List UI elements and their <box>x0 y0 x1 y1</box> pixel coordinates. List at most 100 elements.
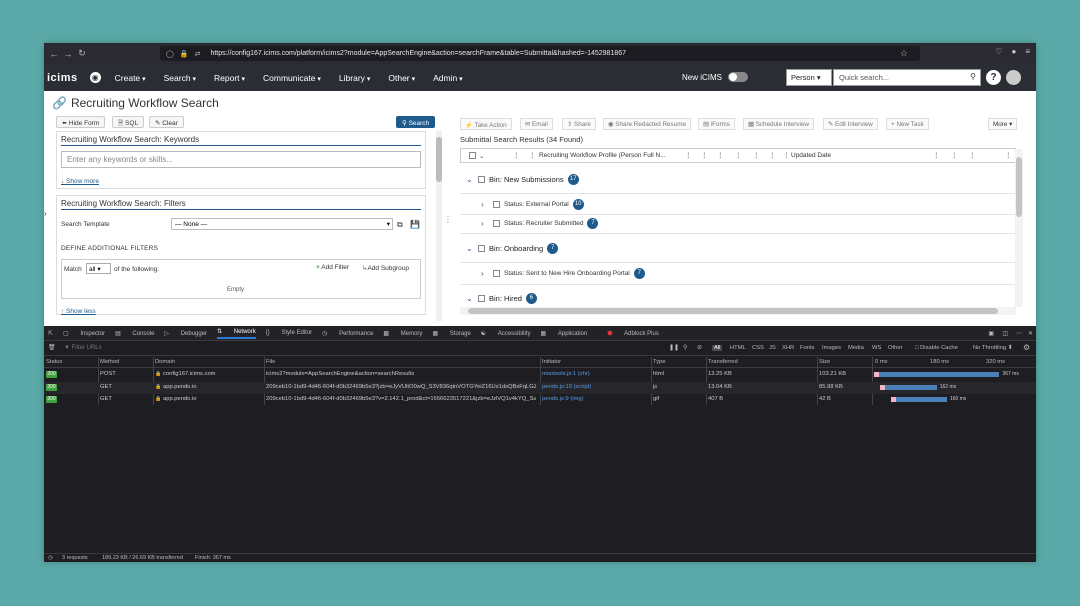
cell-initiator[interactable]: pendo.js:9 (img) <box>542 396 647 402</box>
tab-application[interactable]: ▦ Application <box>541 330 588 337</box>
search-icon[interactable]: ⚲ <box>970 72 976 81</box>
request-row[interactable]: 200 GET 🔒 app.pendo.io 209ceb10-1bd9-4d46-6… <box>44 381 1036 394</box>
search-button[interactable]: ⚲ Search <box>396 116 436 128</box>
column-menu-icon[interactable]: ⋮ <box>701 151 708 159</box>
left-scroll-thumb[interactable] <box>436 137 442 182</box>
type-filter-xhr[interactable]: XHR <box>782 345 794 351</box>
avatar[interactable] <box>1006 70 1021 85</box>
chevron-down-icon[interactable]: ⌄ <box>466 294 474 303</box>
column-menu-icon[interactable]: ⋮ <box>717 151 724 159</box>
bin-row[interactable]: ⌄ Bin: New Submissions 17 <box>466 174 579 185</box>
menu-library[interactable]: Library <box>339 73 370 83</box>
column-menu-icon[interactable]: ⋮ <box>951 151 958 159</box>
gear-icon[interactable]: ⚙ <box>1023 343 1030 352</box>
chevron-down-icon[interactable]: ⌄ <box>466 175 474 184</box>
tab-memory[interactable]: ▩ Memory <box>383 330 422 337</box>
column-menu-icon[interactable]: ⋮ <box>769 151 776 159</box>
request-row[interactable]: 200 POST 🔒 config167.icims.com icims2?modul… <box>44 369 1036 381</box>
type-filter-html[interactable]: HTML <box>730 345 746 351</box>
row-checkbox[interactable] <box>478 176 485 183</box>
request-row[interactable]: 200 GET 🔒 app.pendo.io 209ceb10-1bd9-4d46-6… <box>44 394 1036 406</box>
bin-row[interactable]: ⌄ Bin: Onboarding 7 <box>466 243 559 254</box>
col-method[interactable]: Method <box>100 359 119 365</box>
responsive-icon[interactable]: ◫ <box>1002 330 1008 337</box>
quick-search-input[interactable]: Quick search... ⚲ <box>833 69 981 86</box>
new-icims-toggle[interactable] <box>728 72 748 82</box>
tab-inspector[interactable]: ▢ Inspector <box>63 330 105 337</box>
show-less-link[interactable]: ↑ Show less <box>61 308 96 315</box>
col-updated[interactable]: Updated Date <box>791 152 831 159</box>
take-action-button[interactable]: ⚡ Take Action <box>460 118 512 130</box>
left-scrollbar[interactable] <box>436 131 442 321</box>
col-file[interactable]: File <box>266 359 275 365</box>
show-more-link[interactable]: ↓ Show more <box>61 178 99 185</box>
dock-icon[interactable]: ▣ <box>988 330 994 337</box>
column-menu-icon[interactable]: ⋮ <box>753 151 760 159</box>
throttling-select[interactable]: No Throttling ⬍ <box>973 345 1013 351</box>
trash-icon[interactable]: 🗑 <box>48 344 56 351</box>
search-type-select[interactable]: Person ▾ <box>786 69 832 86</box>
help-icon[interactable]: ? <box>986 70 1001 85</box>
tab-network[interactable]: ⇅ Network <box>217 328 256 339</box>
forward-icon[interactable]: → <box>61 49 75 59</box>
status-row[interactable]: › Status: Sent to New Hire Onboarding Por… <box>481 268 645 279</box>
share-button[interactable]: ⇧ Share <box>562 118 596 130</box>
search-icon[interactable]: ⚲ <box>683 344 687 351</box>
type-filter-ws[interactable]: WS <box>872 345 881 351</box>
column-menu-icon[interactable]: ⋮ <box>685 151 692 159</box>
type-filter-js[interactable]: JS <box>769 345 776 351</box>
status-row[interactable]: › Status: External Portal 10 <box>481 199 584 210</box>
type-filter-other[interactable]: Other <box>888 345 903 351</box>
row-checkbox[interactable] <box>493 270 500 277</box>
column-menu-icon[interactable]: ⋮ <box>783 151 790 159</box>
new-task-button[interactable]: + New Task <box>886 118 929 130</box>
column-menu-icon[interactable]: ⋮ <box>969 151 976 159</box>
sql-button[interactable]: 🗎 SQL <box>112 116 145 128</box>
back-icon[interactable]: ← <box>47 49 61 59</box>
col-status[interactable]: Status <box>46 359 62 365</box>
results-hscroll-thumb[interactable] <box>468 308 998 314</box>
filter-urls-input[interactable]: ▼ Filter URLs <box>64 345 102 351</box>
row-checkbox[interactable] <box>493 220 500 227</box>
col-size[interactable]: Size <box>819 359 830 365</box>
lock-icon[interactable]: 🔒 <box>180 50 189 58</box>
bin-row[interactable]: ⌄ Bin: Hired 6 <box>466 293 537 304</box>
cell-initiator[interactable]: mootools.js:1 (xhr) <box>542 371 647 377</box>
status-row[interactable]: › Status: Recruiter Submitted 7 <box>481 218 599 229</box>
search-template-select[interactable]: — None — ▾ <box>171 218 393 230</box>
edit-interview-button[interactable]: ✎ Edit Interview <box>823 118 878 130</box>
chevron-down-icon[interactable]: ⌄ <box>479 152 484 160</box>
menu-search[interactable]: Search <box>164 73 196 83</box>
column-menu-icon[interactable]: ⋮ <box>735 151 742 159</box>
select-all-checkbox[interactable] <box>469 152 476 159</box>
column-menu-icon[interactable]: ⋮ <box>933 151 940 159</box>
results-vertical-scrollbar[interactable] <box>1015 149 1023 307</box>
pick-element-icon[interactable]: ⇱ <box>48 330 53 337</box>
more-options-icon[interactable]: ⋯ <box>1016 330 1022 337</box>
menu-create[interactable]: Create <box>115 73 146 83</box>
tab-accessibility[interactable]: ☯ Accessibility <box>481 330 531 337</box>
column-menu-icon[interactable]: ⋮ <box>513 151 520 159</box>
url-text[interactable]: https://config167.icims.com/platform/ici… <box>210 50 626 57</box>
save-icon[interactable]: 💾 <box>410 220 420 229</box>
results-horizontal-scrollbar[interactable] <box>460 307 1016 315</box>
menu-report[interactable]: Report <box>214 73 245 83</box>
chevron-right-icon[interactable]: › <box>481 200 489 209</box>
row-checkbox[interactable] <box>493 201 500 208</box>
email-button[interactable]: ✉ Email <box>520 118 553 130</box>
add-filter-button[interactable]: + Add Filter <box>316 264 349 271</box>
iforms-button[interactable]: ▤ iForms <box>698 118 735 130</box>
col-domain[interactable]: Domain <box>155 359 175 365</box>
expand-panel-icon[interactable]: › <box>44 209 47 218</box>
more-button[interactable]: More ▾ <box>988 118 1018 130</box>
col-profile[interactable]: Recruiting Workflow Profile (Person Full… <box>539 152 666 159</box>
keywords-input[interactable]: Enter any keywords or skills... <box>61 151 421 168</box>
hide-form-button[interactable]: 🢘 Hide Form <box>56 116 106 128</box>
globe-icon[interactable]: ◉ <box>89 72 101 83</box>
chevron-right-icon[interactable]: › <box>481 269 489 278</box>
tab-debugger[interactable]: ▷ Debugger <box>164 330 207 337</box>
address-bar[interactable]: ◯ 🔒 ⇄ https://config167.icims.com/platfo… <box>160 46 920 61</box>
disable-cache-checkbox[interactable]: □ Disable Cache <box>915 345 958 351</box>
type-filter-css[interactable]: CSS <box>752 345 764 351</box>
shield-icon[interactable]: ◯ <box>166 50 174 58</box>
